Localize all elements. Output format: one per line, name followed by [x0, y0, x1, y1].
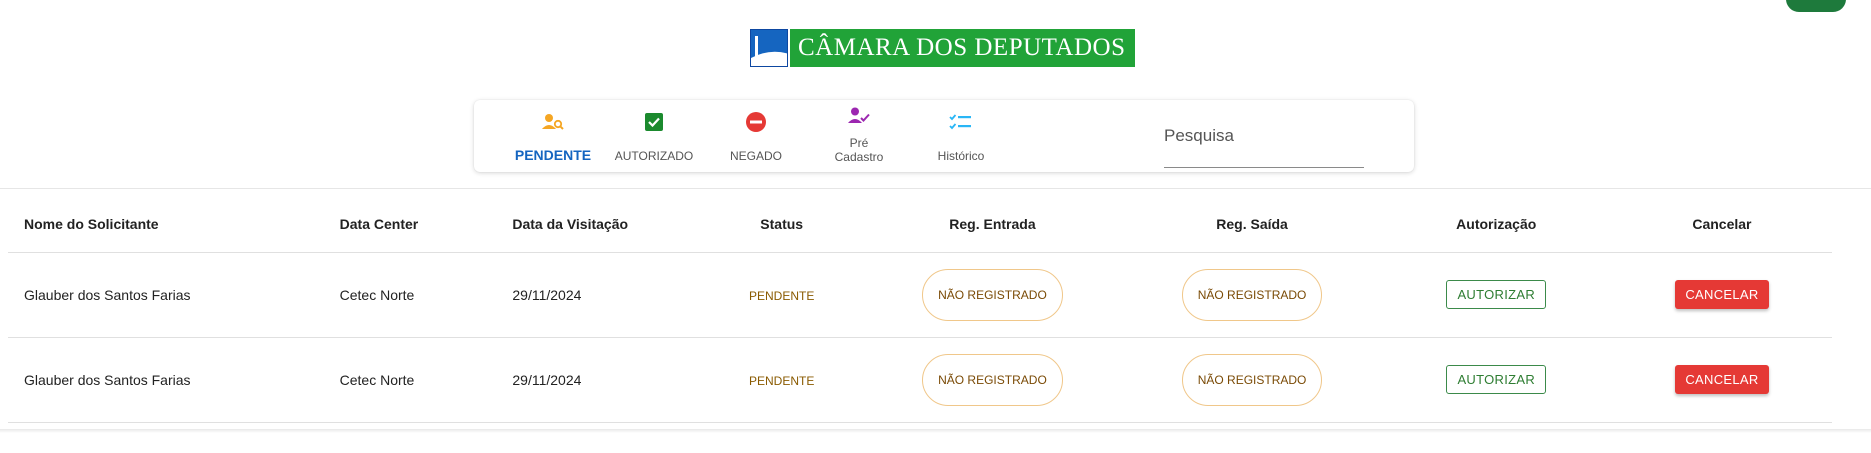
table-row: Glauber dos Santos Farias Cetec Norte 29…	[8, 252, 1832, 338]
header-nome: Nome do Solicitante	[8, 196, 324, 253]
cell-saida: NÃO REGISTRADO	[1123, 337, 1381, 423]
header-saida: Reg. Saída	[1123, 196, 1381, 253]
camara-emblem-icon	[750, 29, 788, 67]
table-top-divider	[0, 188, 1871, 189]
visits-table: Nome do Solicitante Data Center Data da …	[8, 196, 1832, 423]
status-badge: PENDENTE	[749, 288, 815, 303]
tab-autorizado[interactable]: AUTORIZADO	[604, 100, 704, 172]
tab-label: PENDENTE	[514, 147, 592, 163]
table-row: Glauber dos Santos Farias Cetec Norte 29…	[8, 337, 1832, 423]
cell-saida: NÃO REGISTRADO	[1123, 252, 1381, 338]
register-exit-button[interactable]: NÃO REGISTRADO	[1181, 353, 1323, 406]
header-datacenter: Data Center	[323, 196, 497, 253]
register-entry-button[interactable]: NÃO REGISTRADO	[922, 268, 1063, 321]
tab-pre-cadastro[interactable]: Pré Cadastro	[809, 100, 909, 172]
cell-cancelar: CANCELAR	[1611, 337, 1832, 423]
tab-label: AUTORIZADO	[614, 149, 694, 163]
person-check-icon	[809, 104, 909, 128]
authorize-button[interactable]: AUTORIZAR	[1446, 365, 1547, 394]
cell-autorizacao: AUTORIZAR	[1380, 337, 1612, 423]
header-autorizacao: Autorização	[1380, 196, 1612, 253]
header-data: Data da Visitação	[496, 196, 702, 253]
cell-nome: Glauber dos Santos Farias	[8, 252, 324, 338]
cell-datacenter: Cetec Norte	[323, 337, 497, 423]
search-input[interactable]	[1164, 118, 1364, 167]
status-badge: PENDENTE	[749, 373, 815, 388]
tab-pendente[interactable]: PENDENTE	[503, 100, 603, 172]
checklist-icon	[911, 110, 1011, 134]
register-exit-button[interactable]: NÃO REGISTRADO	[1181, 268, 1323, 321]
cell-entrada: NÃO REGISTRADO	[861, 337, 1124, 423]
cell-data: 29/11/2024	[496, 252, 702, 338]
tab-label: NEGADO	[729, 149, 782, 163]
cell-entrada: NÃO REGISTRADO	[861, 252, 1124, 338]
cancel-button[interactable]: CANCELAR	[1675, 280, 1769, 309]
camara-logo: CÂMARA DOS DEPUTADOS	[750, 29, 1135, 67]
tab-negado[interactable]: NEGADO	[706, 100, 806, 172]
cell-data: 29/11/2024	[496, 337, 702, 423]
table-header-row: Nome do Solicitante Data Center Data da …	[8, 196, 1832, 253]
status-filter-toolbar: PENDENTE AUTORIZADO NEGADO Pré Cadastro …	[474, 100, 1414, 172]
cell-autorizacao: AUTORIZAR	[1380, 252, 1612, 338]
cell-cancelar: CANCELAR	[1611, 252, 1832, 338]
header-cancelar: Cancelar	[1611, 196, 1832, 253]
tab-label-line1: Pré	[849, 136, 869, 150]
header-status: Status	[702, 196, 862, 253]
tab-label: Histórico	[937, 149, 985, 163]
tab-label-line2: Cadastro	[834, 150, 884, 164]
search-field	[1164, 118, 1364, 168]
person-search-icon	[503, 110, 603, 134]
register-entry-button[interactable]: NÃO REGISTRADO	[922, 353, 1063, 406]
cell-datacenter: Cetec Norte	[323, 252, 497, 338]
cell-status: PENDENTE	[702, 337, 862, 423]
header-entrada: Reg. Entrada	[861, 196, 1124, 253]
cell-status: PENDENTE	[702, 252, 862, 338]
checkbox-checked-icon	[604, 110, 704, 134]
table-bottom-edge	[0, 429, 1871, 433]
authorize-button[interactable]: AUTORIZAR	[1446, 280, 1547, 309]
user-menu-button[interactable]	[1786, 0, 1846, 12]
do-not-enter-icon	[706, 110, 806, 134]
cancel-button[interactable]: CANCELAR	[1675, 365, 1769, 394]
camara-logo-text: CÂMARA DOS DEPUTADOS	[790, 29, 1135, 67]
tab-historico[interactable]: Histórico	[911, 100, 1011, 172]
cell-nome: Glauber dos Santos Farias	[8, 337, 324, 423]
